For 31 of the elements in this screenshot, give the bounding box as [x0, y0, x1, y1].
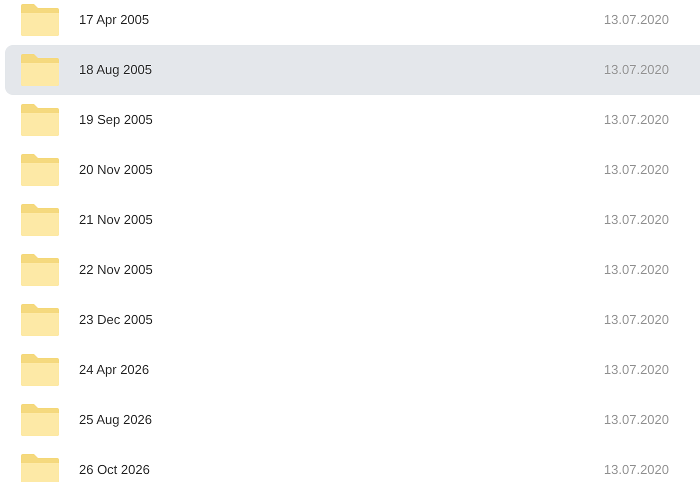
modified-date: 13.07.2020 — [604, 311, 669, 330]
modified-date: 13.07.2020 — [604, 61, 669, 80]
modified-date: 13.07.2020 — [604, 211, 669, 230]
folder-icon — [21, 254, 59, 286]
folder-name: 24 Apr 2026 — [79, 361, 150, 380]
folder-icon — [21, 304, 59, 336]
folder-icon — [21, 4, 59, 36]
folder-icon — [21, 404, 59, 436]
folder-icon — [21, 104, 59, 136]
folder-name: 17 Apr 2005 — [79, 11, 150, 30]
folder-name: 21 Nov 2005 — [79, 211, 153, 230]
folder-icon — [21, 204, 59, 236]
modified-date: 13.07.2020 — [604, 361, 669, 380]
folder-name: 19 Sep 2005 — [79, 111, 153, 130]
modified-date: 13.07.2020 — [604, 11, 669, 30]
modified-date: 13.07.2020 — [604, 261, 669, 280]
folder-icon — [21, 454, 59, 482]
modified-date: 13.07.2020 — [604, 461, 669, 480]
folder-name: 26 Oct 2026 — [79, 461, 150, 480]
folder-row[interactable]: 18 Aug 2005 13.07.2020 — [5, 45, 700, 95]
folder-name: 25 Aug 2026 — [79, 411, 152, 430]
folder-icon — [21, 54, 59, 86]
folder-icon — [21, 154, 59, 186]
modified-date: 13.07.2020 — [604, 111, 669, 130]
folder-name: 22 Nov 2005 — [79, 261, 153, 280]
modified-date: 13.07.2020 — [604, 411, 669, 430]
folder-name: 23 Dec 2005 — [79, 311, 153, 330]
folder-name: 18 Aug 2005 — [79, 61, 152, 80]
modified-date: 13.07.2020 — [604, 161, 669, 180]
folder-name: 20 Nov 2005 — [79, 161, 153, 180]
folder-icon — [21, 354, 59, 386]
